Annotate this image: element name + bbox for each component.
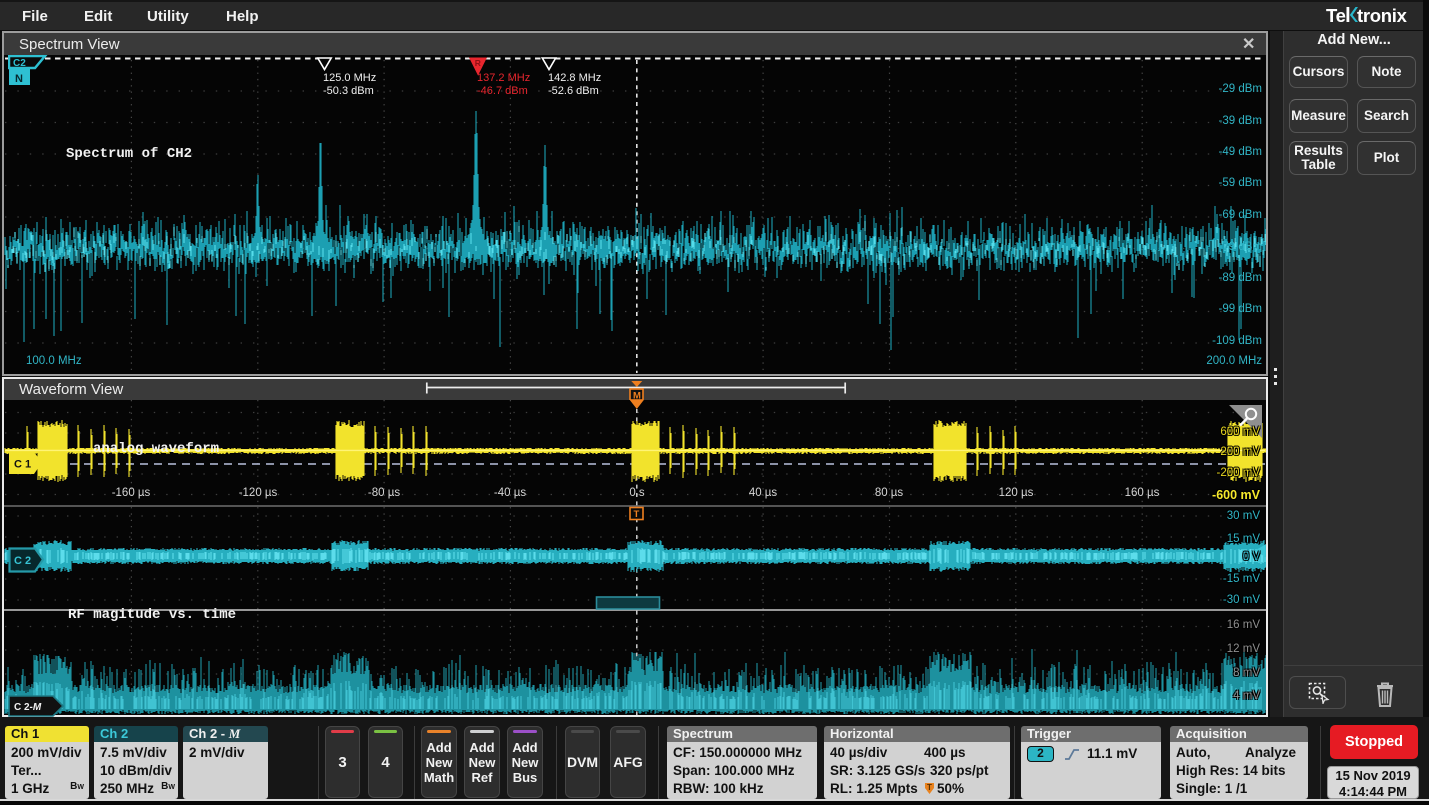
svg-text:C 2-M: C 2-M [14,702,42,713]
svg-text:C2: C2 [13,58,26,69]
svg-text:C 2: C 2 [14,555,31,567]
svg-text:M: M [633,391,641,401]
svg-text:T: T [927,783,932,792]
svg-text:C 1: C 1 [14,459,31,471]
svg-text:N: N [15,73,23,85]
svg-text:R: R [475,58,481,68]
svg-text:T: T [634,509,640,520]
